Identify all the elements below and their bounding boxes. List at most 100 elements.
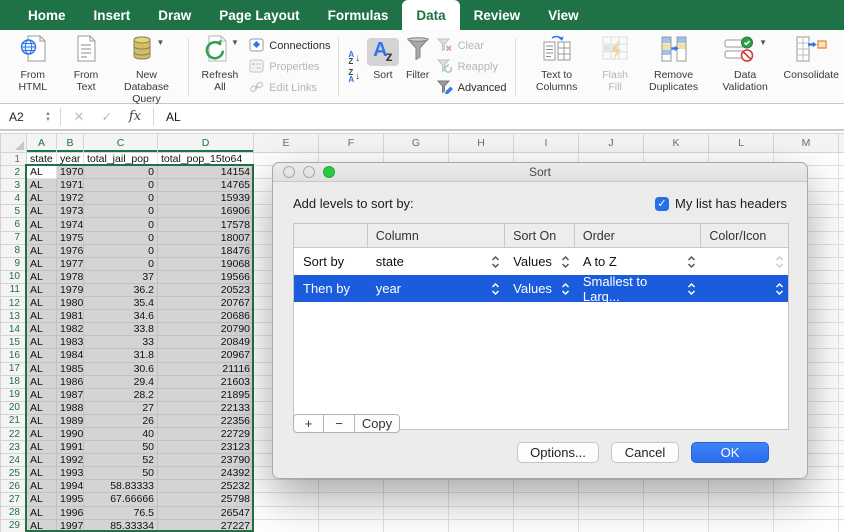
- cell-H27[interactable]: [448, 492, 514, 507]
- cell-C20[interactable]: 27: [83, 400, 158, 415]
- cell-A8[interactable]: AL: [26, 243, 57, 258]
- cell-B28[interactable]: 1996: [56, 505, 84, 520]
- cell-C11[interactable]: 36.2: [83, 282, 158, 298]
- cell-B8[interactable]: 1976: [56, 243, 84, 258]
- cell-D18[interactable]: 21603: [157, 374, 254, 389]
- cell-J29[interactable]: [578, 518, 644, 532]
- cell-A16[interactable]: AL: [26, 348, 57, 363]
- cell-F26[interactable]: [318, 479, 384, 494]
- cell-A4[interactable]: AL: [26, 191, 57, 206]
- tab-home[interactable]: Home: [14, 0, 80, 30]
- row-header-6[interactable]: 6: [0, 217, 27, 232]
- data-validation-button[interactable]: ▼ Data Validation: [710, 31, 781, 103]
- cell-E29[interactable]: [253, 518, 319, 532]
- cell-A20[interactable]: AL: [26, 400, 57, 415]
- cancel-button[interactable]: Cancel: [611, 442, 679, 463]
- cell-D6[interactable]: 17578: [157, 217, 254, 232]
- cell-B17[interactable]: 1985: [56, 361, 84, 376]
- cell-G27[interactable]: [383, 492, 449, 507]
- formula-bar-value[interactable]: AL: [166, 110, 181, 124]
- sort-level-1[interactable]: Sort by state Values A to Z: [294, 248, 788, 275]
- tab-insert[interactable]: Insert: [80, 0, 145, 30]
- cell-B29[interactable]: 1997: [56, 518, 84, 532]
- cell-A21[interactable]: AL: [26, 413, 57, 428]
- advanced-filter-button[interactable]: Advanced: [436, 78, 507, 99]
- cell-D23[interactable]: 23123: [157, 440, 254, 455]
- column-header-G[interactable]: G: [383, 133, 449, 153]
- cell-C18[interactable]: 29.4: [83, 374, 158, 389]
- from-text-button[interactable]: From Text: [62, 31, 111, 103]
- cell-C19[interactable]: 28.2: [83, 387, 158, 402]
- row-header-24[interactable]: 24: [0, 453, 27, 468]
- checkbox-checked-icon[interactable]: ✓: [655, 196, 669, 211]
- cell-D13[interactable]: 20686: [157, 309, 254, 324]
- my-list-has-headers-checkbox[interactable]: ✓ My list has headers: [655, 196, 787, 211]
- column-header-M[interactable]: M: [773, 133, 839, 153]
- cell-B11[interactable]: 1979: [56, 282, 84, 298]
- column-header-F[interactable]: F: [318, 133, 384, 153]
- sort-descending-button[interactable]: ZA ↓: [348, 69, 360, 84]
- cell-D14[interactable]: 20790: [157, 322, 254, 337]
- cell-C7[interactable]: 0: [83, 230, 158, 245]
- cell-M29[interactable]: [773, 518, 839, 532]
- from-html-button[interactable]: From HTML: [4, 31, 62, 103]
- row-header-21[interactable]: 21: [0, 413, 27, 428]
- row-header-14[interactable]: 14: [0, 322, 27, 337]
- cell-A10[interactable]: AL: [26, 269, 57, 284]
- cell-C10[interactable]: 37: [83, 269, 158, 284]
- cell-I28[interactable]: [513, 505, 579, 520]
- tab-data[interactable]: Data: [402, 0, 460, 30]
- cell-D9[interactable]: 19068: [157, 256, 254, 271]
- cell-M27[interactable]: [773, 492, 839, 507]
- row-header-22[interactable]: 22: [0, 426, 27, 442]
- cell-B10[interactable]: 1978: [56, 269, 84, 284]
- cell-B14[interactable]: 1982: [56, 322, 84, 337]
- options-button[interactable]: Options...: [517, 442, 599, 463]
- cell-K29[interactable]: [643, 518, 709, 532]
- stepper-icon[interactable]: [491, 254, 500, 270]
- cell-B20[interactable]: 1988: [56, 400, 84, 415]
- connections-button[interactable]: Connections: [249, 36, 330, 57]
- new-database-query-button[interactable]: ▼ New Database Query: [110, 31, 182, 105]
- row-header-25[interactable]: 25: [0, 466, 27, 481]
- row-header-16[interactable]: 16: [0, 348, 27, 363]
- cell-D26[interactable]: 25232: [157, 479, 254, 494]
- stepper-icon[interactable]: [687, 254, 696, 270]
- cell-C24[interactable]: 52: [83, 453, 158, 468]
- cell-A18[interactable]: AL: [26, 374, 57, 389]
- row-header-29[interactable]: 29: [0, 518, 27, 532]
- name-box-stepper[interactable]: ▲ ▼: [40, 111, 56, 123]
- cell-C3[interactable]: 0: [83, 178, 158, 193]
- cell-C28[interactable]: 76.5: [83, 505, 158, 520]
- cell-B13[interactable]: 1981: [56, 309, 84, 324]
- cell-B26[interactable]: 1994: [56, 479, 84, 494]
- cell-D29[interactable]: 27227: [157, 518, 254, 532]
- cell-C23[interactable]: 50: [83, 440, 158, 455]
- text-to-columns-button[interactable]: Text to Columns: [520, 31, 592, 103]
- cell-D12[interactable]: 20767: [157, 296, 254, 311]
- filter-button[interactable]: Filter: [402, 31, 434, 103]
- cell-B24[interactable]: 1992: [56, 453, 84, 468]
- cell-A3[interactable]: AL: [26, 178, 57, 193]
- cell-F28[interactable]: [318, 505, 384, 520]
- row-header-4[interactable]: 4: [0, 191, 27, 206]
- cell-B12[interactable]: 1980: [56, 296, 84, 311]
- cell-D24[interactable]: 23790: [157, 453, 254, 468]
- cell-C2[interactable]: 0: [83, 165, 158, 180]
- stepper-icon[interactable]: [561, 254, 570, 270]
- sort-ascending-button[interactable]: AZ ↓: [348, 51, 360, 66]
- cell-A15[interactable]: AL: [26, 335, 57, 350]
- column-header-B[interactable]: B: [56, 133, 84, 153]
- cell-D2[interactable]: 14154: [157, 165, 254, 180]
- row-header-10[interactable]: 10: [0, 269, 27, 284]
- column-header-E[interactable]: E: [253, 133, 319, 153]
- row-header-13[interactable]: 13: [0, 309, 27, 324]
- row-header-12[interactable]: 12: [0, 296, 27, 311]
- cell-B3[interactable]: 1971: [56, 178, 84, 193]
- cell-E28[interactable]: [253, 505, 319, 520]
- cell-A26[interactable]: AL: [26, 479, 57, 494]
- cell-C6[interactable]: 0: [83, 217, 158, 232]
- cell-A11[interactable]: AL: [26, 282, 57, 298]
- cell-D22[interactable]: 22729: [157, 426, 254, 442]
- cell-D5[interactable]: 16906: [157, 204, 254, 219]
